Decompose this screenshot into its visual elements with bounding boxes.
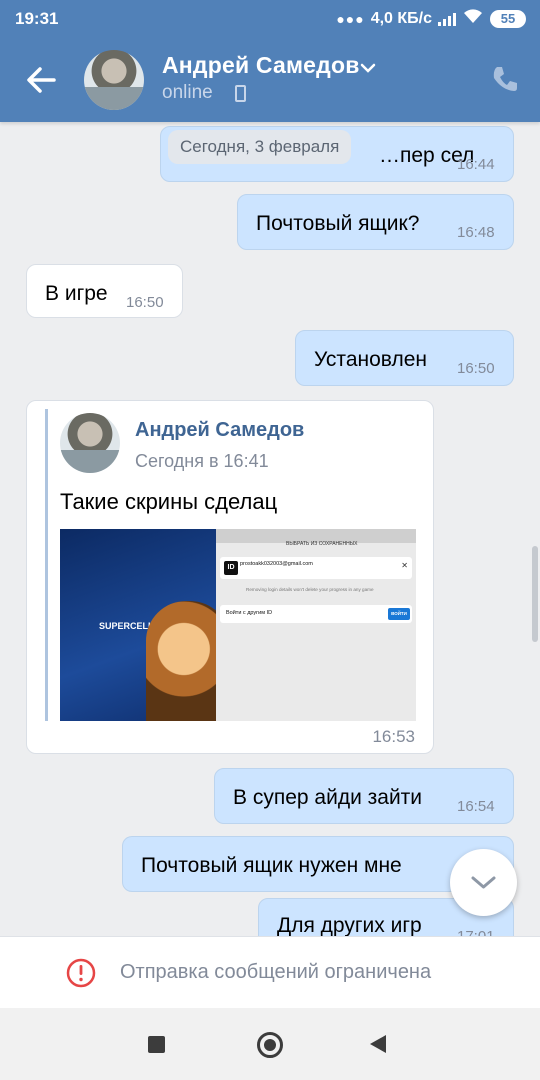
network-speed: 4,0 КБ/с [370, 9, 432, 27]
screenshot-right-panel: ВЫБРАТЬ ИЗ СОХРАНЕННЫХ ID prostoakk03200… [216, 529, 416, 721]
message-time: 16:54 [457, 798, 495, 815]
scroll-down-button[interactable] [450, 849, 517, 916]
screenshot-login-label: Войти с другим ID [226, 610, 273, 616]
screenshot-note: Removing login details won't delete your… [246, 587, 374, 592]
message-text: Почтовый ящик? [256, 212, 420, 235]
screenshot-login-button: ВОЙТИ [388, 608, 410, 620]
chevron-down-icon [471, 876, 496, 889]
message-time: 16:50 [457, 360, 495, 377]
status-bar: 19:31 ●●● 4,0 КБ/с 55 [0, 0, 540, 36]
contact-avatar[interactable] [84, 50, 144, 110]
forward-text: Такие скрины сделац [60, 489, 278, 514]
phone-call-icon[interactable] [490, 64, 520, 94]
app-header: 19:31 ●●● 4,0 КБ/с 55 Андрей Самедов onl… [0, 0, 540, 122]
message-time: 16:44 [457, 156, 495, 173]
message-text: Для других игр [277, 914, 422, 937]
chevron-down-icon[interactable] [360, 60, 376, 76]
status-right: ●●● 4,0 КБ/с 55 [336, 8, 526, 29]
contact-status: online [162, 82, 213, 103]
screenshot-header: ВЫБРАТЬ ИЗ СОХРАНЕННЫХ [286, 541, 358, 547]
message-text: В игре [45, 282, 108, 305]
system-nav-bar [0, 1008, 540, 1080]
forwarded-message[interactable]: Андрей Самедов Сегодня в 16:41 Такие скр… [26, 400, 434, 754]
forward-author-name[interactable]: Андрей Самедов [135, 419, 304, 442]
forward-date: Сегодня в 16:41 [135, 451, 269, 471]
quote-line [45, 409, 48, 721]
status-time: 19:31 [15, 9, 59, 28]
close-icon: ✕ [401, 561, 408, 570]
dots-icon: ●●● [336, 10, 365, 27]
back-icon[interactable] [370, 1035, 386, 1053]
message-text: В супер айди зайти [233, 786, 423, 809]
message-outgoing[interactable]: В супер айди зайти 16:54 [214, 768, 514, 824]
attached-screenshot[interactable]: SUPERCELLID ВЫБРАТЬ ИЗ СОХРАНЕННЫХ ID pr… [60, 529, 416, 721]
signal-icon [438, 12, 456, 26]
wifi-icon [462, 8, 484, 29]
screenshot-email: prostoakk032003@gmail.com [240, 561, 313, 567]
mobile-device-icon [235, 85, 246, 102]
message-incoming[interactable]: В игре 16:50 [26, 264, 183, 318]
screenshot-left-panel: SUPERCELLID [60, 529, 230, 721]
message-outgoing[interactable]: Установлен 16:50 [295, 330, 514, 386]
message-text: Установлен [314, 348, 427, 371]
recent-apps-icon[interactable] [148, 1036, 165, 1053]
forward-author-avatar[interactable] [60, 413, 120, 473]
restriction-bar: Отправка сообщений ограничена [0, 936, 540, 1008]
screenshot-account-row: ID prostoakk032003@gmail.com ✕ [220, 557, 412, 579]
date-separator: Сегодня, 3 февраля [168, 130, 352, 164]
restriction-text: Отправка сообщений ограничена [120, 961, 432, 983]
screenshot-login-row: Войти с другим ID ВОЙТИ [220, 605, 412, 623]
message-time: 16:53 [372, 727, 415, 746]
message-time: 16:50 [126, 294, 164, 311]
back-arrow-icon[interactable] [22, 60, 62, 100]
warning-icon [66, 958, 96, 988]
battery-icon: 55 [490, 9, 526, 28]
id-badge: ID [224, 561, 238, 575]
message-time: 16:48 [457, 224, 495, 241]
scrollbar[interactable] [532, 546, 538, 642]
home-icon[interactable] [257, 1032, 283, 1058]
message-text: Почтовый ящик нужен мне [141, 854, 402, 877]
contact-name[interactable]: Андрей Самедов [162, 52, 360, 79]
message-outgoing[interactable]: Почтовый ящик? 16:48 [237, 194, 514, 250]
